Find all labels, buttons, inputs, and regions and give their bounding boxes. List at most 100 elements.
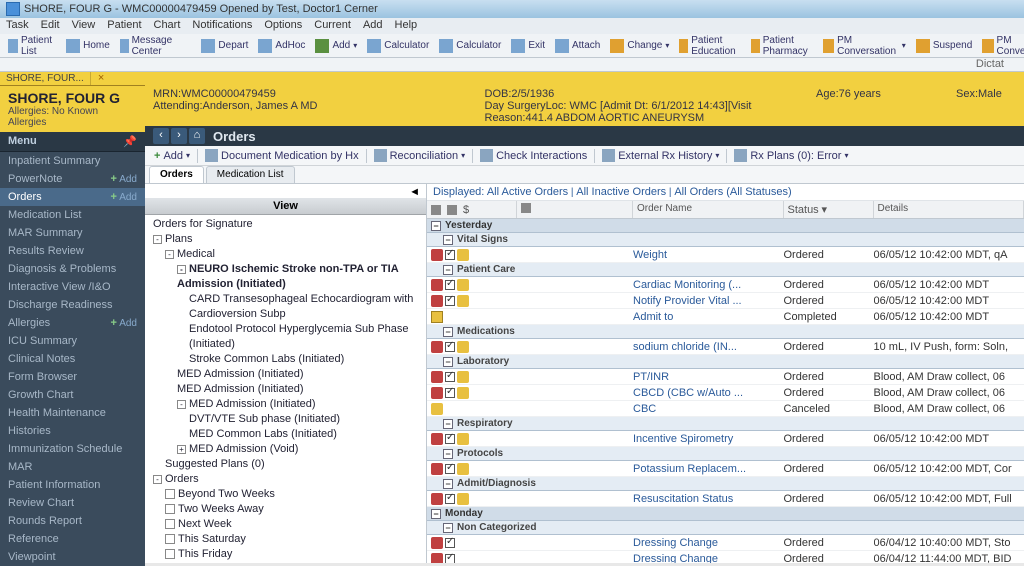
order-row[interactable]: Cardiac Monitoring (...Ordered06/05/12 1… — [427, 277, 1024, 293]
tree-medical[interactable]: -Medical — [149, 247, 422, 262]
toolbar-patient-education[interactable]: Patient Education — [675, 33, 744, 59]
menu-current[interactable]: Current — [314, 19, 351, 33]
order-name[interactable]: Potassium Replacem... — [633, 463, 784, 475]
nav-rounds-report[interactable]: Rounds Report — [0, 512, 145, 530]
order-row[interactable]: PT/INROrderedBlood, AM Draw collect, 06 — [427, 369, 1024, 385]
menu-add[interactable]: Add — [363, 19, 383, 33]
order-name[interactable]: Weight — [633, 249, 784, 261]
forward-button[interactable]: › — [171, 128, 187, 144]
otool-check-interactions[interactable]: Check Interactions — [477, 148, 590, 163]
menu-options[interactable]: Options — [264, 19, 302, 33]
group-non-categorized[interactable]: −Non Categorized — [427, 521, 1024, 535]
back-button[interactable]: ‹ — [153, 128, 169, 144]
toolbar-calculator[interactable]: Calculator — [435, 37, 505, 55]
filter-icon[interactable] — [521, 203, 531, 213]
col-details[interactable]: Details — [874, 201, 1024, 218]
nav-health-maintenance[interactable]: Health Maintenance — [0, 404, 145, 422]
toolbar-change[interactable]: Change ▾ — [606, 37, 673, 55]
toolbar-attach[interactable]: Attach — [551, 37, 604, 55]
menu-help[interactable]: Help — [395, 19, 418, 33]
order-row[interactable]: Dressing ChangeOrdered06/04/12 11:44:00 … — [427, 551, 1024, 563]
nav-powernote[interactable]: PowerNote+ Add — [0, 170, 145, 188]
tab-orders[interactable]: Orders — [149, 166, 204, 183]
tree-endo[interactable]: Endotool Protocol Hyperglycemia Sub Phas… — [149, 322, 422, 352]
toolbar-add[interactable]: Add ▾ — [311, 37, 361, 55]
otool-document-medication-by-hx[interactable]: Document Medication by Hx — [202, 148, 362, 163]
tree-med2[interactable]: MED Admission (Initiated) — [149, 382, 422, 397]
nav-mar[interactable]: MAR — [0, 458, 145, 476]
group-protocols[interactable]: −Protocols — [427, 447, 1024, 461]
filter-inactive-link[interactable]: All Inactive Orders — [576, 186, 666, 198]
nav-allergies[interactable]: Allergies+ Add — [0, 314, 145, 332]
nav-diagnosis-problems[interactable]: Diagnosis & Problems — [0, 260, 145, 278]
toolbar-pm-conversation[interactable]: PM Conversation ▾ — [819, 33, 910, 59]
order-name[interactable]: Resuscitation Status — [633, 493, 784, 505]
nav-immunization-schedule[interactable]: Immunization Schedule — [0, 440, 145, 458]
order-row[interactable]: sodium chloride (IN...Ordered10 mL, IV P… — [427, 339, 1024, 355]
patient-allergies[interactable]: Allergies: No Known Allergies — [8, 106, 137, 128]
order-name[interactable]: CBC — [633, 403, 784, 415]
group-respiratory[interactable]: −Respiratory — [427, 417, 1024, 431]
order-row[interactable]: Notify Provider Vital ...Ordered06/05/12… — [427, 293, 1024, 309]
nav-reference[interactable]: Reference — [0, 530, 145, 548]
tree-neuro[interactable]: -NEURO Ischemic Stroke non-TPA or TIA Ad… — [149, 262, 422, 292]
tree-medv[interactable]: +MED Admission (Void) — [149, 442, 422, 457]
order-row[interactable]: Resuscitation StatusOrdered06/05/12 10:4… — [427, 491, 1024, 507]
otool-reconciliation[interactable]: Reconciliation ▾ — [371, 148, 469, 163]
menu-edit[interactable]: Edit — [41, 19, 60, 33]
order-name[interactable]: Dressing Change — [633, 553, 784, 564]
order-row[interactable]: CBCD (CBC w/Auto ...OrderedBlood, AM Dra… — [427, 385, 1024, 401]
toolbar-pm-conversation[interactable]: PM Conversation ▾ — [978, 33, 1024, 59]
order-row[interactable]: WeightOrdered06/05/12 10:42:00 MDT, qA — [427, 247, 1024, 263]
nav-icu-summary[interactable]: ICU Summary — [0, 332, 145, 350]
tree-filter-1[interactable]: Two Weeks Away — [149, 502, 422, 517]
group-yesterday[interactable]: −Yesterday — [427, 219, 1024, 233]
nav-mar-summary[interactable]: MAR Summary — [0, 224, 145, 242]
group-monday[interactable]: −Monday — [427, 507, 1024, 521]
order-name[interactable]: Notify Provider Vital ... — [633, 295, 784, 307]
order-name[interactable]: PT/INR — [633, 371, 784, 383]
toolbar-patient-pharmacy[interactable]: Patient Pharmacy — [747, 33, 817, 59]
tree-filter-2[interactable]: Next Week — [149, 517, 422, 532]
tab-medication-list[interactable]: Medication List — [206, 166, 295, 183]
group-admit-diagnosis[interactable]: −Admit/Diagnosis — [427, 477, 1024, 491]
tree-med3[interactable]: -MED Admission (Initiated) — [149, 397, 422, 412]
group-vital-signs[interactable]: −Vital Signs — [427, 233, 1024, 247]
order-row[interactable]: Incentive SpirometryOrdered06/05/12 10:4… — [427, 431, 1024, 447]
toolbar-adhoc[interactable]: AdHoc — [254, 37, 309, 55]
otool-external-rx-history[interactable]: External Rx History ▾ — [599, 148, 722, 163]
tree-med1[interactable]: MED Admission (Initiated) — [149, 367, 422, 382]
otool-rx-plans-0-error[interactable]: Rx Plans (0): Error ▾ — [731, 148, 851, 163]
order-name[interactable]: Admit to — [633, 311, 784, 323]
nav-review-chart[interactable]: Review Chart — [0, 494, 145, 512]
order-row[interactable]: Potassium Replacem...Ordered06/05/12 10:… — [427, 461, 1024, 477]
toolbar-calculator[interactable]: Calculator — [363, 37, 433, 55]
order-row[interactable]: Admit toCompleted06/05/12 10:42:00 MDT — [427, 309, 1024, 325]
dollar-icon[interactable]: $ — [463, 204, 469, 216]
tree-plans[interactable]: -Plans — [149, 232, 422, 247]
nav-patient-information[interactable]: Patient Information — [0, 476, 145, 494]
order-row[interactable]: CBCCanceledBlood, AM Draw collect, 06 — [427, 401, 1024, 417]
tree-suggested[interactable]: Suggested Plans (0) — [149, 457, 422, 472]
group-patient-care[interactable]: −Patient Care — [427, 263, 1024, 277]
close-tab-icon[interactable]: × — [94, 72, 108, 84]
toolbar-home[interactable]: Home — [62, 37, 114, 55]
flag-icon[interactable] — [431, 205, 441, 215]
toolbar-patient-list[interactable]: Patient List — [4, 33, 60, 59]
nav-results-review[interactable]: Results Review — [0, 242, 145, 260]
person-icon[interactable] — [447, 205, 457, 215]
tree-filter-0[interactable]: Beyond Two Weeks — [149, 487, 422, 502]
filter-all-link[interactable]: All Orders (All Statuses) — [674, 186, 791, 198]
nav-viewpoint[interactable]: Viewpoint — [0, 548, 145, 566]
pin-icon[interactable]: 📌 — [123, 135, 137, 148]
nav-inpatient-summary[interactable]: Inpatient Summary — [0, 152, 145, 170]
col-order-name[interactable]: Order Name — [633, 201, 784, 218]
tree-filter-3[interactable]: This Saturday — [149, 532, 422, 547]
order-name[interactable]: Cardiac Monitoring (... — [633, 279, 784, 291]
order-name[interactable]: sodium chloride (IN... — [633, 341, 784, 353]
collapse-nav-icon[interactable]: ◄ — [145, 184, 426, 198]
nav-orders[interactable]: Orders+ Add — [0, 188, 145, 206]
nav-interactive-view-i-o[interactable]: Interactive View /I&O — [0, 278, 145, 296]
nav-clinical-notes[interactable]: Clinical Notes — [0, 350, 145, 368]
home-view-button[interactable]: ⌂ — [189, 128, 205, 144]
